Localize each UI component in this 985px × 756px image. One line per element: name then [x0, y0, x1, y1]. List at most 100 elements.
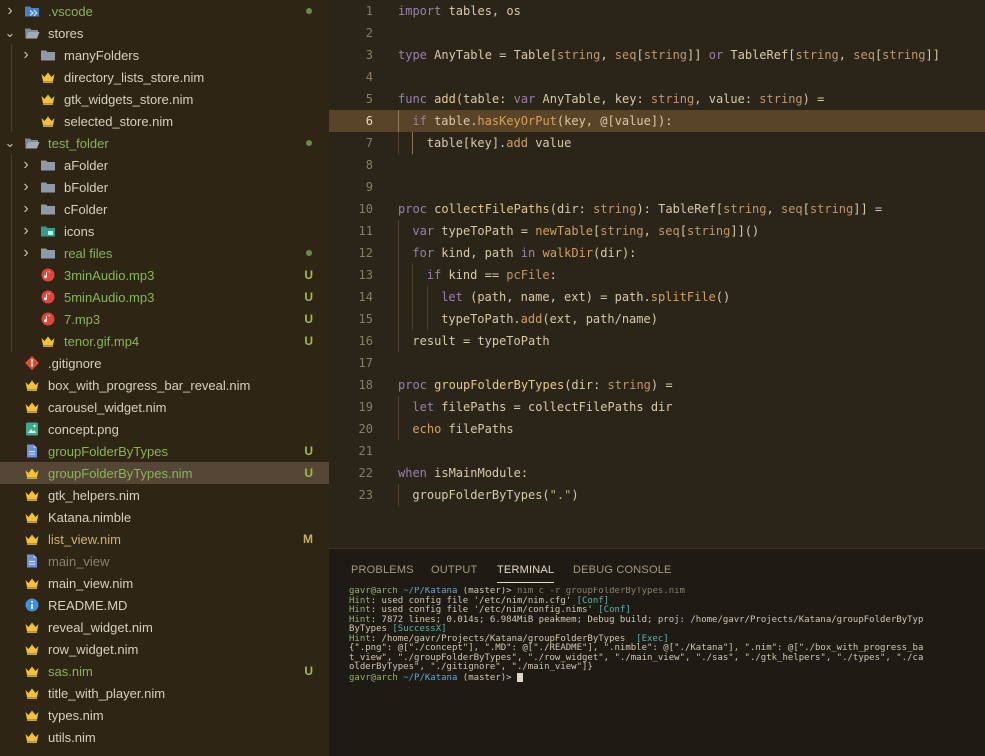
explorer-item[interactable]: title_with_player.nim — [0, 682, 329, 704]
code-line[interactable]: 20 echo filePaths — [329, 418, 985, 440]
terminal-output[interactable]: gavr@arch ~/P/Katana (master)> nim c -r … — [349, 587, 985, 682]
explorer-item[interactable]: concept.png — [0, 418, 329, 440]
chevron-right-icon[interactable]: › — [20, 220, 32, 242]
code-line[interactable]: 10 proc collectFilePaths(dir: string): Ta… — [329, 198, 985, 220]
chevron-right-icon[interactable]: › — [20, 176, 32, 198]
panel-tab-problems[interactable]: PROBLEMS — [351, 563, 414, 583]
panel-tab-debug-console[interactable]: DEBUG CONSOLE — [573, 563, 672, 583]
panel-tab-output[interactable]: OUTPUT — [431, 563, 477, 583]
explorer-item[interactable]: › cFolder — [0, 198, 329, 220]
explorer-item[interactable]: carousel_widget.nim — [0, 396, 329, 418]
indent-guide — [426, 308, 428, 330]
explorer-item[interactable]: reveal_widget.nim — [0, 616, 329, 638]
terminal-line: gavr@arch ~/P/Katana (master)> — [349, 672, 985, 682]
chevron-right-icon[interactable]: › — [20, 198, 32, 220]
code-token: string — [607, 378, 651, 392]
explorer-item[interactable]: .gitignore — [0, 352, 329, 374]
explorer-item[interactable]: › aFolder — [0, 154, 329, 176]
code-token: proc — [398, 202, 427, 216]
chevron-right-icon[interactable]: › — [4, 0, 16, 22]
explorer-item[interactable]: utils.nim — [0, 726, 329, 748]
code-line[interactable]: 19 let filePaths = collectFilePaths dir — [329, 396, 985, 418]
explorer-item[interactable]: Katana.nimble — [0, 506, 329, 528]
explorer-item[interactable]: directory_lists_store.nim — [0, 66, 329, 88]
chevron-right-icon[interactable]: › — [20, 242, 32, 264]
nim-crown-icon — [24, 509, 40, 525]
explorer-item[interactable]: main_view.nim — [0, 572, 329, 594]
code-line[interactable]: 7 table[key].add value — [329, 132, 985, 154]
explorer-item[interactable]: sas.nim U — [0, 660, 329, 682]
code-token: groupFolderByTypes — [434, 378, 565, 392]
code-token: when — [398, 466, 427, 480]
code-editor[interactable]: 1 import tables, os 2 3 type AnyTable = Tabl… — [329, 0, 985, 548]
code-token: (ext, path/name) — [542, 312, 658, 326]
explorer-item[interactable]: › manyFolders — [0, 44, 329, 66]
explorer-item[interactable]: ⌄ test_folder — [0, 132, 329, 154]
explorer-item[interactable]: tenor.gif.mp4 U — [0, 330, 329, 352]
explorer-item[interactable]: gtk_widgets_store.nim — [0, 88, 329, 110]
explorer-item-label: 3minAudio.mp3 — [64, 267, 155, 283]
code-line[interactable]: 12 for kind, path in walkDir(dir): — [329, 242, 985, 264]
explorer-item[interactable]: groupFolderByTypes.nim U — [0, 462, 329, 484]
chevron-down-icon[interactable]: ⌄ — [4, 132, 16, 154]
terminal-text: : /home/gavr/Projects/Katana/groupFolder… — [370, 633, 637, 644]
explorer-item[interactable]: groupFolderByTypes U — [0, 440, 329, 462]
code-line[interactable]: 17 — [329, 352, 985, 374]
code-line[interactable]: 18 proc groupFolderByTypes(dir: string) = — [329, 374, 985, 396]
terminal-text: ~/P/Katana — [403, 672, 458, 682]
code-line[interactable]: 11 var typeToPath = newTable[string, seq[… — [329, 220, 985, 242]
code-line[interactable]: 6 if table.hasKeyOrPut(key, @[value]): — [329, 110, 985, 132]
code-line[interactable]: 5 func add(table: var AnyTable, key: stri… — [329, 88, 985, 110]
code-line[interactable]: 13 if kind == pcFile: — [329, 264, 985, 286]
folder-icon — [40, 179, 56, 195]
explorer-item[interactable]: box_with_progress_bar_reveal.nim — [0, 374, 329, 396]
code-token: AnyTable = Table[ — [426, 48, 557, 62]
explorer-item[interactable]: README.MD — [0, 594, 329, 616]
code-line[interactable]: 8 — [329, 154, 985, 176]
explorer-item[interactable]: › real files — [0, 242, 329, 264]
chevron-right-icon[interactable]: › — [20, 44, 32, 66]
code-token: type — [398, 48, 427, 62]
explorer-sidebar: › .vscode ⌄ stores › manyFolders directory_lis… — [0, 0, 329, 756]
code-line[interactable]: 23 groupFolderByTypes(".") — [329, 484, 985, 506]
explorer-item[interactable]: 3minAudio.mp3 U — [0, 264, 329, 286]
explorer-item[interactable]: row_widget.nim — [0, 638, 329, 660]
code-text: let filePaths = collectFilePaths dir — [412, 396, 672, 418]
explorer-item[interactable]: ⌄ stores — [0, 22, 329, 44]
code-token: collectFilePaths — [434, 202, 550, 216]
explorer-item[interactable]: › bFolder — [0, 176, 329, 198]
explorer-item[interactable]: › icons — [0, 220, 329, 242]
explorer-item[interactable]: 5minAudio.mp3 U — [0, 286, 329, 308]
code-line[interactable]: 16 result = typeToPath — [329, 330, 985, 352]
explorer-item[interactable]: main_view — [0, 550, 329, 572]
explorer-item[interactable]: › .vscode — [0, 0, 329, 22]
explorer-item[interactable]: list_view.nim M — [0, 528, 329, 550]
terminal-line: olderByTypes", "./gitignore", "./main_vi… — [349, 662, 985, 673]
explorer-item[interactable]: types.nim — [0, 704, 329, 726]
terminal-text: Hint — [349, 633, 371, 644]
code-line[interactable]: 21 — [329, 440, 985, 462]
chevron-right-icon[interactable]: › — [20, 154, 32, 176]
explorer-item-label: row_widget.nim — [48, 641, 139, 657]
code-line[interactable]: 3 type AnyTable = Table[string, seq[strin… — [329, 44, 985, 66]
code-line[interactable]: 2 — [329, 22, 985, 44]
code-text: var typeToPath = newTable[string, seq[st… — [412, 220, 759, 242]
indent-guide — [398, 110, 399, 132]
explorer-item[interactable]: selected_store.nim — [0, 110, 329, 132]
panel-tab-terminal[interactable]: TERMINAL — [497, 563, 555, 583]
chevron-down-icon[interactable]: ⌄ — [4, 22, 16, 44]
file-icon — [24, 443, 40, 459]
code-line[interactable]: 15 typeToPath.add(ext, path/name) — [329, 308, 985, 330]
code-line[interactable]: 22 when isMainModule: — [329, 462, 985, 484]
folder-open-icon — [24, 25, 40, 41]
folder-icon — [40, 157, 56, 173]
explorer-item[interactable]: gtk_helpers.nim — [0, 484, 329, 506]
code-line[interactable]: 1 import tables, os — [329, 0, 985, 22]
code-line[interactable]: 4 — [329, 66, 985, 88]
code-line[interactable]: 9 — [329, 176, 985, 198]
explorer-item[interactable]: 7.mp3 U — [0, 308, 329, 330]
code-line[interactable]: 14 let (path, name, ext) = path.splitFile… — [329, 286, 985, 308]
